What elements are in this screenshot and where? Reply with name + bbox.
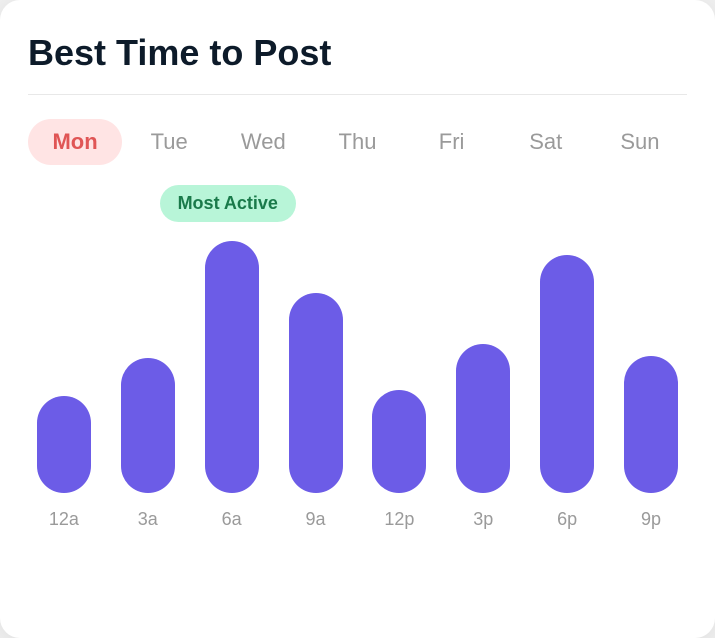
x-label-3p: 3p (447, 509, 519, 530)
bar-12p[interactable] (372, 390, 426, 493)
x-label-12a: 12a (28, 509, 100, 530)
day-tab-sat[interactable]: Sat (499, 119, 593, 165)
bar-3p[interactable] (456, 344, 510, 493)
day-tab-mon[interactable]: Mon (28, 119, 122, 165)
bar-wrapper-6p (531, 241, 603, 493)
x-label-6p: 6p (531, 509, 603, 530)
bar-12a[interactable] (37, 396, 91, 493)
bar-wrapper-12p (364, 241, 436, 493)
divider (28, 94, 687, 95)
day-tab-wed[interactable]: Wed (216, 119, 310, 165)
bars-container (28, 193, 687, 493)
bar-6a[interactable] (205, 241, 259, 493)
chart-area: Most Active 12a3a6a9a12p3p6p9p (28, 193, 687, 610)
day-tab-sun[interactable]: Sun (593, 119, 687, 165)
bar-wrapper-3a (112, 241, 184, 493)
page-title: Best Time to Post (28, 32, 687, 74)
x-label-3a: 3a (112, 509, 184, 530)
bar-wrapper-6a (196, 241, 268, 493)
x-label-9a: 9a (280, 509, 352, 530)
bar-9a[interactable] (289, 293, 343, 493)
bar-wrapper-12a (28, 241, 100, 493)
bar-wrapper-9p (615, 241, 687, 493)
day-tab-tue[interactable]: Tue (122, 119, 216, 165)
bar-9p[interactable] (624, 356, 678, 493)
x-label-12p: 12p (364, 509, 436, 530)
day-tab-thu[interactable]: Thu (310, 119, 404, 165)
bar-wrapper-9a (280, 241, 352, 493)
bar-wrapper-3p (447, 241, 519, 493)
bar-6p[interactable] (540, 255, 594, 493)
most-active-badge: Most Active (160, 185, 296, 222)
card: Best Time to Post MonTueWedThuFriSatSun … (0, 0, 715, 638)
bar-3a[interactable] (121, 358, 175, 493)
x-label-9p: 9p (615, 509, 687, 530)
day-tab-fri[interactable]: Fri (405, 119, 499, 165)
days-row: MonTueWedThuFriSatSun (28, 119, 687, 165)
x-labels: 12a 3a 6a 9a 12p 3p 6p 9p (28, 509, 687, 530)
x-label-6a: 6a (196, 509, 268, 530)
